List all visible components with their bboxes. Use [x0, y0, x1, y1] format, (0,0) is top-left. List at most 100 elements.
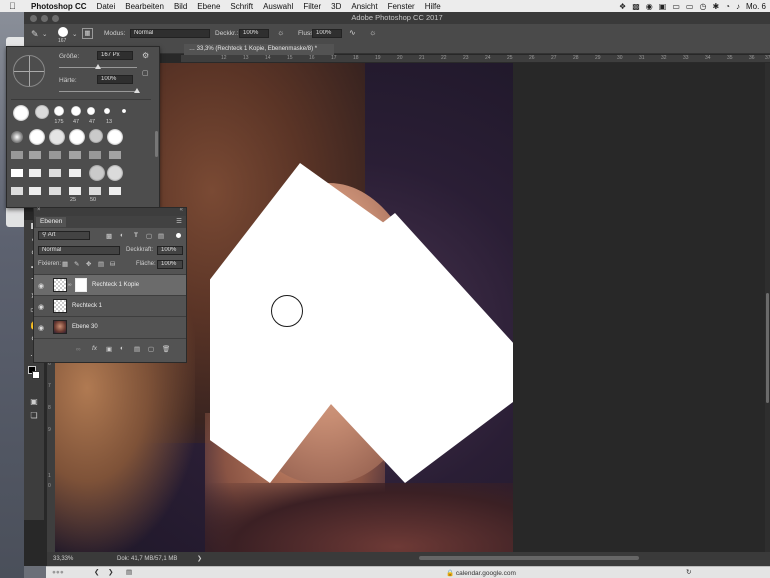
hardness-field[interactable]: 100%	[97, 75, 133, 84]
brush-tip[interactable]	[87, 107, 95, 115]
quick-mask-icon[interactable]: ▣	[27, 396, 41, 408]
panel-header[interactable]: × «	[34, 207, 186, 216]
filter-smartobject-icon[interactable]: ▤	[158, 232, 164, 240]
brush-tip[interactable]	[13, 105, 29, 121]
dropbox-icon[interactable]: ❖	[619, 2, 626, 11]
brush-tip[interactable]	[89, 187, 101, 195]
screen-mode-icon[interactable]: ❏	[27, 410, 41, 422]
back-icon[interactable]: ❮	[94, 568, 99, 576]
trash-icon[interactable]: 🗑	[162, 345, 170, 353]
visibility-eye-icon[interactable]: ◉	[38, 282, 44, 290]
layer-name[interactable]: Rechteck 1 Kopie	[92, 282, 139, 288]
hardness-slider[interactable]	[59, 88, 140, 93]
brush-tip[interactable]	[54, 106, 64, 116]
close-window-button[interactable]	[30, 15, 37, 22]
lock-image-icon[interactable]: ✎	[74, 260, 79, 268]
scrollbar-thumb[interactable]	[766, 293, 769, 403]
menu-3d[interactable]: 3D	[331, 2, 341, 11]
airbrush-icon[interactable]: ∿	[349, 28, 356, 37]
pressure-opacity-icon[interactable]: ☼	[277, 28, 284, 37]
menu-ebene[interactable]: Ebene	[197, 2, 220, 11]
brush-tip[interactable]	[11, 169, 23, 177]
panel-menu-icon[interactable]: ☰	[176, 217, 182, 225]
brush-tip[interactable]	[29, 187, 41, 195]
brush-tip[interactable]	[69, 169, 81, 177]
brush-tip[interactable]	[69, 151, 81, 159]
brush-tip[interactable]	[89, 151, 101, 159]
lock-transparent-icon[interactable]: ▦	[62, 260, 68, 268]
chain-link-icon[interactable]: ∞	[68, 282, 72, 288]
minimize-window-button[interactable]	[41, 15, 48, 22]
gear-icon[interactable]: ⚙	[142, 51, 149, 60]
brush-tip[interactable]	[29, 129, 45, 145]
brush-tip[interactable]	[69, 187, 81, 195]
layer-thumbnail[interactable]	[53, 278, 67, 292]
app-status-icon[interactable]: ▣	[659, 2, 667, 11]
sync-icon[interactable]: ◉	[646, 2, 653, 11]
link-layers-icon[interactable]: ∞	[76, 346, 81, 353]
menu-schrift[interactable]: Schrift	[230, 2, 253, 11]
new-layer-icon[interactable]: ▢	[148, 345, 154, 353]
menu-bearbeiten[interactable]: Bearbeiten	[125, 2, 164, 11]
menu-bild[interactable]: Bild	[174, 2, 187, 11]
document-tab[interactable]: … 33,3% (Rechteck 1 Kopie, Ebenenmaske/8…	[184, 44, 334, 55]
wifi-icon[interactable]: ◔	[725, 2, 730, 11]
brush-tip[interactable]	[109, 187, 121, 195]
adjustment-layer-icon[interactable]: ◐	[120, 345, 124, 352]
filter-pixel-icon[interactable]: ▩	[106, 232, 112, 240]
mode-select[interactable]: Normal	[130, 29, 210, 38]
menu-hilfe[interactable]: Hilfe	[425, 2, 441, 11]
lock-artboard-icon[interactable]: ▤	[98, 260, 104, 268]
zoom-window-button[interactable]	[52, 15, 59, 22]
brush-tip[interactable]	[71, 106, 81, 116]
menu-datei[interactable]: Datei	[97, 2, 116, 11]
airplay-icon[interactable]: ▭	[686, 2, 694, 11]
layer-thumbnail[interactable]	[53, 320, 67, 334]
timemachine-icon[interactable]: ◷	[699, 2, 706, 11]
layer-name[interactable]: Ebene 30	[72, 324, 98, 330]
pressure-size-icon[interactable]: ☼	[369, 28, 376, 37]
brush-tip[interactable]	[29, 169, 41, 177]
brush-tip[interactable]	[29, 151, 41, 159]
reload-icon[interactable]: ↻	[686, 568, 691, 576]
brush-tip[interactable]	[49, 129, 65, 145]
brush-tip[interactable]	[69, 129, 85, 145]
brush-tip[interactable]	[89, 129, 103, 143]
filter-toggle[interactable]	[176, 233, 181, 238]
brush-tip[interactable]	[49, 169, 61, 177]
menu-ansicht[interactable]: Ansicht	[351, 2, 377, 11]
brush-tip[interactable]	[107, 165, 123, 181]
panel-scrollbar[interactable]	[155, 131, 158, 157]
brush-tip[interactable]	[122, 109, 126, 113]
new-group-icon[interactable]: ▤	[134, 345, 140, 353]
layer-fill-field[interactable]: 100%	[157, 260, 183, 269]
lock-all-icon[interactable]: ⛁	[110, 260, 115, 268]
layer-name[interactable]: Rechteck 1	[72, 303, 102, 309]
brush-preview-icon[interactable]	[58, 27, 68, 37]
chevron-down-icon[interactable]: ⌄	[42, 30, 47, 38]
filter-type-icon[interactable]: T	[134, 232, 138, 239]
layer-row-rechteck-1[interactable]: ◉ Rechteck 1	[34, 295, 186, 316]
brush-tip[interactable]	[89, 165, 105, 181]
brush-tip[interactable]	[107, 129, 123, 145]
clock[interactable]: Mo. 6	[746, 2, 766, 11]
brush-tip[interactable]	[109, 151, 121, 159]
apple-menu-icon[interactable]: 	[9, 1, 21, 11]
layer-row-rechteck-1-kopie[interactable]: ◉ ∞ Rechteck 1 Kopie	[34, 274, 186, 295]
horizontal-scrollbar[interactable]	[419, 556, 639, 560]
volume-icon[interactable]: ♪	[736, 2, 740, 11]
menu-auswahl[interactable]: Auswahl	[263, 2, 293, 11]
brush-tip[interactable]	[11, 131, 23, 143]
layer-thumbnail[interactable]	[53, 299, 67, 313]
flow-field[interactable]: 100%	[312, 29, 342, 38]
background-color-swatch[interactable]	[32, 371, 40, 379]
display-icon[interactable]: ▩	[632, 2, 640, 11]
layer-mask-thumbnail[interactable]	[75, 278, 87, 292]
filter-shape-icon[interactable]: ▢	[146, 232, 152, 240]
brush-panel-toggle-icon[interactable]: ▦	[82, 28, 93, 39]
vertical-scrollbar[interactable]	[765, 63, 770, 552]
tab-ebenen[interactable]: Ebenen	[36, 217, 67, 227]
brush-tip[interactable]	[49, 187, 61, 195]
layer-filter-select[interactable]: ⚲ Art	[38, 231, 90, 240]
brush-tip[interactable]	[49, 151, 61, 159]
